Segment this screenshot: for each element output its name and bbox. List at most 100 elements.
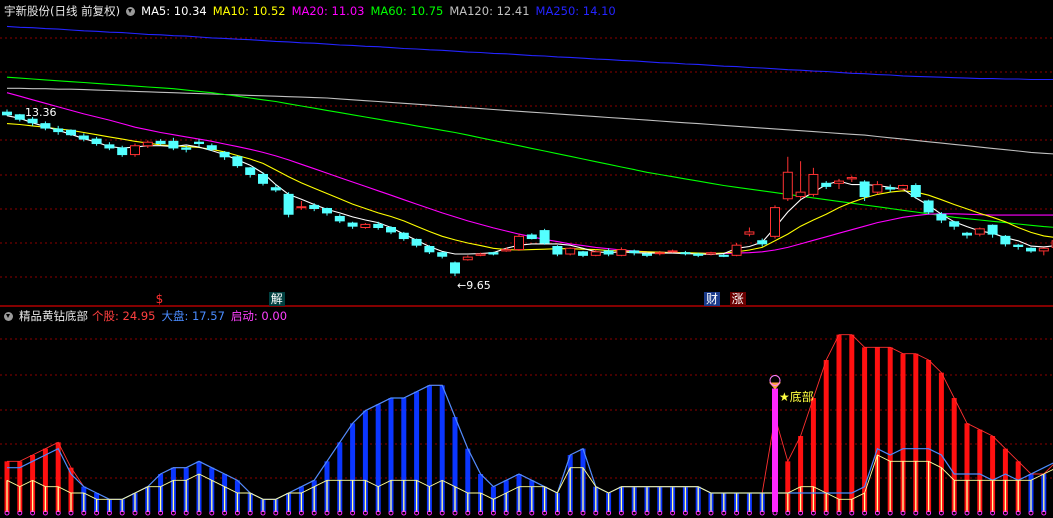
- candle-body: [962, 232, 972, 236]
- indicator-panel-header: 精品黄钻底部 个股: 24.95 大盘: 17.57 启动: 0.00: [0, 305, 1053, 327]
- candle-body: [693, 253, 704, 256]
- event-marker[interactable]: 涨: [729, 292, 746, 306]
- indicator-label: 启动: 0.00: [230, 309, 288, 323]
- indicator-bar: [836, 334, 842, 512]
- candle-body: [744, 231, 755, 235]
- candle-body: [578, 251, 588, 256]
- candle-body: [488, 252, 499, 255]
- candle-body: [654, 252, 665, 255]
- indicator-label: MA20: 11.03: [291, 4, 365, 18]
- ma120-line: [7, 87, 1053, 155]
- candle-body: [642, 253, 652, 256]
- candle-body: [78, 135, 89, 140]
- candle-body: [155, 140, 166, 145]
- candle-body: [731, 244, 742, 256]
- ma5-line: [6, 115, 1053, 256]
- chevron-down-icon[interactable]: [4, 312, 13, 321]
- candle-body: [270, 187, 281, 191]
- candle-body: [846, 177, 857, 180]
- indicator-bar: [823, 360, 829, 512]
- candle-body: [309, 204, 320, 209]
- candle-body: [462, 256, 473, 261]
- candle-body: [1026, 247, 1036, 252]
- candle-body: [872, 184, 883, 193]
- indicator-label: 大盘: 17.57: [161, 309, 225, 323]
- candle-body: [386, 227, 396, 233]
- candle-body: [245, 167, 256, 175]
- low-price-label: ←9.65: [457, 279, 491, 292]
- candle-body: [1013, 244, 1024, 248]
- ma60-line: [6, 76, 1053, 228]
- candle-body: [603, 250, 614, 255]
- candle-body: [514, 235, 524, 251]
- candle-body: [347, 222, 358, 227]
- candle-body: [360, 223, 371, 228]
- candle-body: [526, 234, 537, 240]
- indicator-label: MA60: 10.75: [370, 4, 444, 18]
- candle-body: [53, 128, 64, 133]
- event-marker[interactable]: 财: [704, 292, 721, 306]
- candle-body: [334, 215, 345, 222]
- candle-body: [910, 185, 921, 198]
- candle-body: [181, 147, 192, 150]
- candle-body: [66, 129, 76, 136]
- candle-body: [194, 141, 204, 145]
- event-marker[interactable]: 解: [268, 292, 285, 306]
- candle-body: [936, 213, 947, 221]
- candle-body: [987, 224, 998, 235]
- indicator-label: MA5: 10.34: [141, 4, 207, 18]
- candle-body: [718, 254, 729, 257]
- candle-body: [923, 200, 934, 213]
- candle-body: [2, 111, 12, 116]
- event-marker[interactable]: $: [154, 292, 166, 306]
- candle-body: [27, 118, 38, 124]
- candle-body: [219, 151, 230, 158]
- ma20-line: [6, 92, 1053, 255]
- candle-body: [206, 145, 217, 150]
- indicator-title[interactable]: 精品黄钻底部: [19, 309, 88, 323]
- high-price-label: 13.36: [25, 106, 57, 119]
- indicator-label: MA120: 12.41: [449, 4, 530, 18]
- price-panel-header: 宇新股份(日线 前复权) MA5: 10.34 MA10: 10.52 MA20: 1…: [0, 0, 1053, 22]
- candle-body: [398, 232, 409, 240]
- kline-chart-window: 13.36 ←9.65 ★底部 宇新股份(日线 前复权) MA5: 10.34 MA10…: [0, 0, 1053, 518]
- candle-body: [450, 262, 460, 274]
- candle-body: [808, 173, 819, 195]
- candle-body: [795, 191, 806, 198]
- candle-body: [91, 138, 102, 145]
- candle-body: [501, 249, 512, 252]
- candle-body: [859, 181, 870, 198]
- chart-canvas: 13.36 ←9.65 ★底部: [0, 25, 1053, 516]
- candle-body: [770, 207, 780, 237]
- candle-body: [1038, 247, 1049, 252]
- signal-bar: [772, 388, 778, 512]
- candle-body: [437, 252, 448, 257]
- candle-body: [1000, 235, 1011, 245]
- candle-body: [475, 253, 486, 256]
- candle-body: [590, 251, 601, 256]
- candle-body: [322, 207, 332, 214]
- candle-body: [706, 252, 716, 255]
- candle-body: [130, 145, 140, 156]
- candle-body: [949, 221, 960, 227]
- candle-body: [296, 206, 307, 209]
- stock-title[interactable]: 宇新股份(日线 前复权): [4, 4, 120, 18]
- candle-body: [629, 250, 640, 254]
- candle-body: [757, 240, 768, 245]
- candle-body: [885, 187, 896, 190]
- geguo-line: [7, 334, 1053, 500]
- candle-body: [142, 141, 153, 147]
- bottom-signal-label: ★底部: [779, 389, 814, 404]
- indicator-bar: [849, 334, 855, 512]
- indicator-label: 个股: 24.95: [92, 309, 156, 323]
- candle-body: [898, 185, 908, 190]
- candle-body: [373, 223, 384, 228]
- candle-body: [552, 246, 563, 255]
- candle-body: [667, 250, 678, 253]
- candle-body: [424, 246, 435, 253]
- indicator-label: MA250: 14.10: [535, 4, 616, 18]
- indicator-label: MA10: 10.52: [212, 4, 286, 18]
- chevron-down-icon[interactable]: [126, 7, 136, 16]
- candle-body: [14, 114, 25, 120]
- candle-body: [168, 140, 179, 149]
